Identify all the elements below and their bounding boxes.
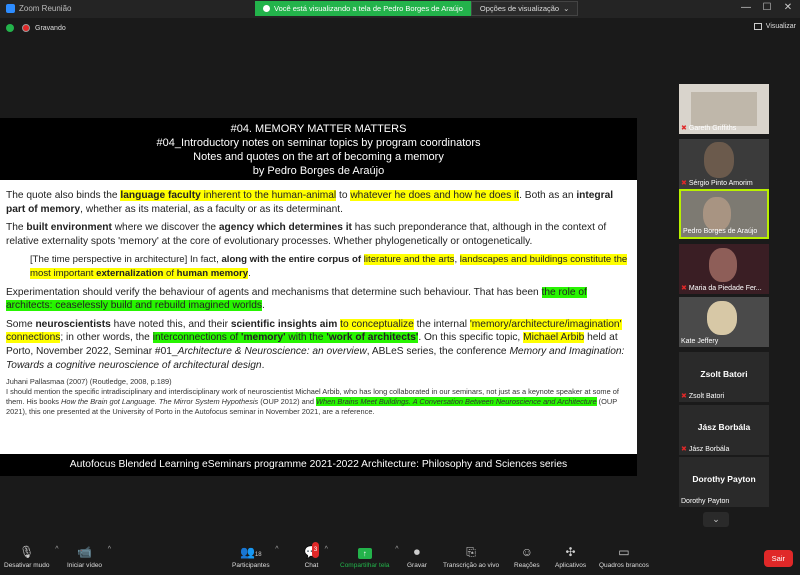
chat-icon: 💬3 bbox=[304, 542, 320, 560]
caret-up-icon[interactable]: ^ bbox=[108, 546, 111, 553]
reactions-button[interactable]: ☺ Reações bbox=[514, 544, 540, 569]
record-dot-icon bbox=[22, 24, 30, 32]
unmute-button[interactable]: 🎙 Desativar mudo ^ bbox=[4, 544, 59, 569]
chat-button[interactable]: 💬3 Chat ^ bbox=[304, 542, 328, 569]
participant-tile[interactable]: Jász Borbála ✖ Jász Borbála bbox=[679, 405, 769, 455]
chevron-down-icon: ⌄ bbox=[563, 4, 570, 13]
participant-video bbox=[707, 301, 737, 335]
slide-subtitle: #04_Introductory notes on seminar topics… bbox=[156, 137, 481, 149]
participant-name: ✖ Zsolt Batori bbox=[681, 392, 725, 401]
participant-video bbox=[691, 92, 757, 126]
slide-title: #04. MEMORY MATTER MATTERS bbox=[230, 123, 407, 135]
participants-button[interactable]: 👥18 Participantes ^ bbox=[232, 544, 279, 569]
slide-quote: [The time perspective in architecture] I… bbox=[30, 254, 628, 279]
participant-name: Dorothy Payton bbox=[681, 498, 730, 505]
participant-display-name: Dorothy Payton bbox=[692, 474, 756, 484]
view-options-label: Opções de visualização bbox=[479, 4, 560, 13]
slide-paragraph: Experimentation should verify the behavi… bbox=[6, 286, 587, 312]
slide-author: by Pedro Borges de Araújo bbox=[252, 165, 385, 177]
participant-display-name: Jász Borbála bbox=[697, 422, 751, 432]
live-transcript-button[interactable]: ⎘ Transcrição ao vivo bbox=[443, 544, 499, 569]
chevron-down-icon: ⌄ bbox=[712, 514, 720, 524]
participant-name: ✖ Maria da Piedade Fer... bbox=[681, 284, 762, 293]
participant-display-name: Zsolt Batori bbox=[700, 369, 748, 379]
recording-indicator[interactable]: Gravando bbox=[22, 24, 66, 32]
share-status: Você está visualizando a tela de Pedro B… bbox=[255, 1, 471, 16]
grid-icon bbox=[753, 23, 762, 30]
app-title: Zoom Reunião bbox=[6, 4, 71, 13]
slide-body: The quote also binds the language facult… bbox=[6, 189, 630, 417]
slide-reference: Juhani Pallasmaa (2007) (Routledge, 2008… bbox=[6, 377, 619, 417]
share-screen-button[interactable]: ↑ Compartilhar tela ^ bbox=[340, 544, 399, 569]
leave-button[interactable]: Sair bbox=[763, 550, 793, 567]
record-button[interactable]: ⏺ Gravar bbox=[407, 544, 427, 569]
mic-muted-icon: ✖ bbox=[681, 125, 687, 132]
participant-name: ✖ Gareth Griffiths bbox=[681, 124, 737, 133]
apps-button[interactable]: ✣ Aplicativos bbox=[555, 544, 586, 569]
slide-header: #04. MEMORY MATTER MATTERS #04_Introduct… bbox=[0, 118, 637, 180]
recording-label: Gravando bbox=[35, 24, 66, 32]
caret-up-icon[interactable]: ^ bbox=[275, 546, 278, 553]
shared-screen: #04. MEMORY MATTER MATTERS #04_Introduct… bbox=[0, 118, 637, 476]
slide-paragraph: Some neuroscientists have noted this, an… bbox=[6, 318, 625, 371]
smile-icon: ☺ bbox=[520, 545, 533, 559]
participant-tile[interactable]: Dorothy Payton Dorothy Payton bbox=[679, 457, 769, 507]
participant-tile[interactable]: ✖ Gareth Griffiths bbox=[679, 84, 769, 134]
participant-name: ✖ Sérgio Pinto Amorim bbox=[681, 179, 753, 188]
encryption-shield-icon[interactable] bbox=[6, 24, 14, 32]
mic-muted-icon: ✖ bbox=[681, 285, 687, 292]
slide-footer: Autofocus Blended Learning eSeminars pro… bbox=[0, 454, 637, 476]
participant-name: Pedro Borges de Araújo bbox=[683, 228, 758, 235]
camera-off-icon: 📹 bbox=[77, 545, 92, 559]
participant-tile-active[interactable]: Pedro Borges de Araújo bbox=[679, 189, 769, 239]
participant-name: Kate Jeffery bbox=[681, 338, 719, 345]
whiteboards-button[interactable]: ▭ Quadros brancos bbox=[599, 544, 649, 569]
microphone-muted-icon: 🎙 bbox=[19, 545, 35, 559]
participant-tile[interactable]: ✖ Maria da Piedade Fer... bbox=[679, 244, 769, 294]
caret-up-icon[interactable]: ^ bbox=[325, 546, 328, 553]
maximize-button[interactable]: ☐ bbox=[757, 2, 777, 13]
mic-muted-icon: ✖ bbox=[681, 446, 687, 453]
view-button[interactable]: Visualizar bbox=[753, 23, 796, 30]
slide-paragraph: The built environment where we discover … bbox=[6, 222, 607, 247]
mic-muted-icon: ✖ bbox=[681, 393, 687, 400]
mic-muted-icon: ✖ bbox=[681, 180, 687, 187]
gallery-scroll-down-button[interactable]: ⌄ bbox=[703, 512, 729, 527]
caret-up-icon[interactable]: ^ bbox=[395, 546, 398, 553]
record-icon: ⏺ bbox=[413, 545, 420, 559]
participant-tile[interactable]: Kate Jeffery bbox=[679, 297, 769, 347]
screen-share-banner: Você está visualizando a tela de Pedro B… bbox=[255, 1, 579, 16]
whiteboard-icon: ▭ bbox=[618, 545, 630, 559]
participant-tile[interactable]: ✖ Sérgio Pinto Amorim bbox=[679, 139, 769, 189]
participant-name: ✖ Jász Borbála bbox=[681, 445, 730, 454]
slide-paragraph: The quote also binds the language facult… bbox=[6, 190, 614, 215]
window-title: Zoom Reunião bbox=[19, 4, 72, 13]
close-button[interactable]: ✕ bbox=[778, 2, 798, 13]
meeting-toolbar: 🎙 Desativar mudo ^ 📹 Iniciar vídeo ^ 👥18… bbox=[0, 540, 800, 575]
view-options-button[interactable]: Opções de visualização ⌄ bbox=[470, 1, 579, 16]
participant-tile[interactable]: Zsolt Batori ✖ Zsolt Batori bbox=[679, 352, 769, 402]
participants-icon: 👥18 bbox=[239, 545, 262, 559]
slide-subtitle2: Notes and quotes on the art of becoming … bbox=[193, 151, 444, 163]
status-row: Gravando Visualizar bbox=[0, 18, 800, 38]
participant-video bbox=[703, 197, 731, 231]
apps-icon: ✣ bbox=[565, 545, 576, 559]
cc-icon: ⎘ bbox=[466, 545, 476, 559]
zoom-logo-icon bbox=[6, 4, 15, 13]
share-screen-icon: ↑ bbox=[340, 544, 390, 560]
start-video-button[interactable]: 📹 Iniciar vídeo ^ bbox=[67, 544, 111, 569]
view-label: Visualizar bbox=[765, 23, 796, 30]
chat-badge: 3 bbox=[311, 542, 320, 558]
minimize-button[interactable]: — bbox=[736, 2, 756, 13]
share-status-text: Você está visualizando a tela de Pedro B… bbox=[274, 4, 463, 13]
shield-icon bbox=[263, 5, 270, 12]
caret-up-icon[interactable]: ^ bbox=[55, 546, 58, 553]
participant-video bbox=[704, 142, 734, 178]
participant-video bbox=[709, 248, 737, 282]
